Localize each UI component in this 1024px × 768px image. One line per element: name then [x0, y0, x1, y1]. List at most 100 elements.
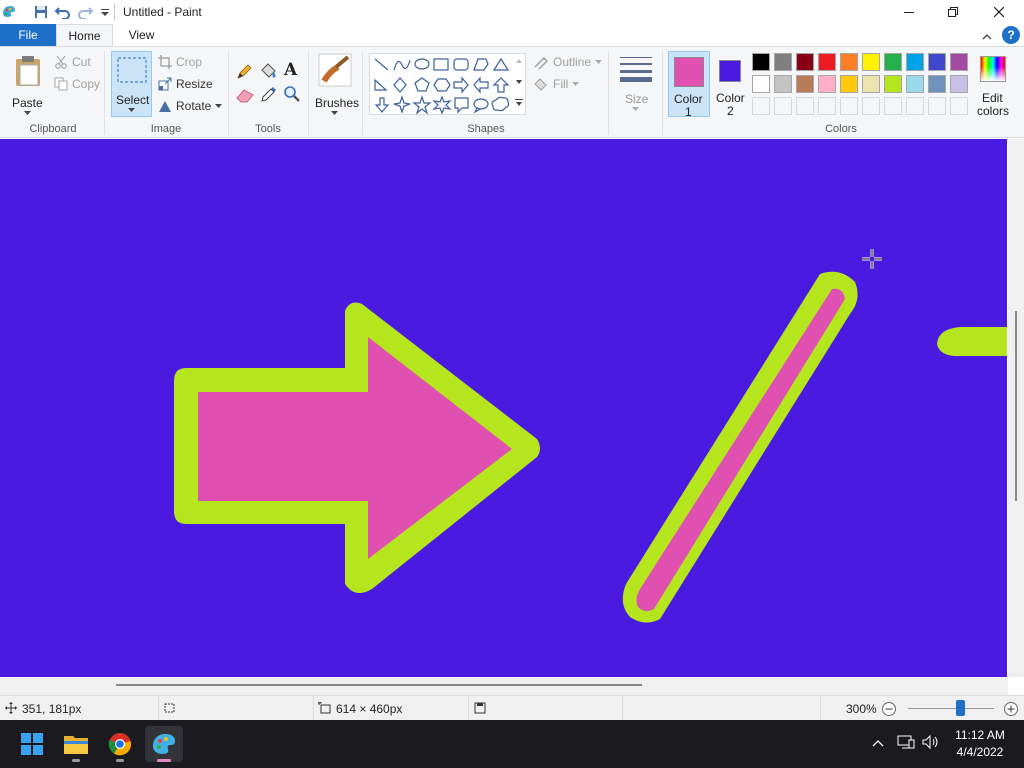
show-hidden-icons-icon[interactable] — [871, 737, 885, 751]
custom-color-slot[interactable] — [928, 97, 946, 115]
clock-time[interactable]: 11:12 AM — [950, 728, 1010, 742]
undo-icon[interactable] — [54, 3, 72, 21]
custom-color-slot[interactable] — [862, 97, 880, 115]
vertical-scroll-thumb[interactable] — [1015, 311, 1017, 501]
save-icon[interactable] — [32, 3, 50, 21]
horizontal-scrollbar[interactable] — [0, 677, 1008, 695]
restore-button[interactable] — [930, 0, 976, 24]
collapse-ribbon-icon[interactable] — [982, 30, 992, 44]
zoom-out-button[interactable] — [881, 701, 897, 720]
outline-button[interactable]: Outline — [533, 55, 603, 69]
volume-icon[interactable] — [922, 734, 940, 753]
palette-swatch[interactable] — [884, 53, 902, 71]
crop-label: Crop — [176, 55, 203, 69]
palette-swatch[interactable] — [774, 75, 792, 93]
zoom-slider[interactable] — [908, 708, 994, 709]
chrome-icon[interactable] — [101, 726, 139, 762]
canvas-size-icon — [318, 702, 331, 717]
palette-swatch[interactable] — [840, 53, 858, 71]
cut-button[interactable]: Cut — [54, 55, 91, 69]
edit-colors-button[interactable]: Edit colors — [976, 51, 1012, 118]
network-icon[interactable] — [897, 734, 915, 753]
redo-icon[interactable] — [76, 3, 94, 21]
palette-swatch[interactable] — [840, 75, 858, 93]
color1-button[interactable]: Color 1 — [668, 51, 710, 119]
custom-color-slot[interactable] — [752, 97, 770, 115]
custom-color-slot[interactable] — [906, 97, 924, 115]
start-icon[interactable] — [13, 726, 51, 762]
custom-color-slot[interactable] — [884, 97, 902, 115]
paint-icon[interactable] — [145, 726, 183, 762]
outline-label: Outline — [553, 55, 592, 69]
palette-swatch[interactable] — [862, 75, 880, 93]
palette-swatch[interactable] — [928, 75, 946, 93]
resize-button[interactable]: Resize — [158, 77, 213, 91]
title-bar: Untitled - Paint — [0, 0, 1024, 24]
palette-swatch[interactable] — [950, 75, 968, 93]
divider — [820, 696, 821, 721]
horizontal-scroll-thumb[interactable] — [116, 684, 642, 686]
paste-button[interactable]: Paste — [8, 53, 48, 119]
rotate-button[interactable]: Rotate — [158, 99, 223, 113]
brushes-button[interactable]: Brushes — [312, 51, 359, 117]
custom-color-slot[interactable] — [840, 97, 858, 115]
tab-file[interactable]: File — [0, 24, 56, 46]
scissors-icon — [55, 55, 67, 69]
palette-swatch[interactable] — [928, 53, 946, 71]
paint-app-icon[interactable] — [0, 3, 18, 21]
close-button[interactable] — [976, 0, 1022, 24]
copy-button[interactable]: Copy — [54, 77, 100, 91]
divider — [158, 696, 159, 721]
file-explorer-icon[interactable] — [57, 726, 95, 762]
divider — [308, 51, 309, 135]
tab-view[interactable]: View — [113, 24, 170, 46]
shapes-group-label: Shapes — [467, 123, 505, 135]
custom-color-slot[interactable] — [774, 97, 792, 115]
palette-swatch[interactable] — [774, 53, 792, 71]
copy-icon — [54, 77, 68, 91]
shapes-gallery[interactable] — [369, 53, 526, 115]
palette-swatch[interactable] — [906, 75, 924, 93]
clock-date[interactable]: 4/4/2022 — [950, 745, 1010, 759]
eraser-icon[interactable] — [235, 87, 255, 106]
palette-swatch[interactable] — [752, 75, 770, 93]
help-icon[interactable]: ? — [1002, 26, 1020, 44]
custom-color-slot[interactable] — [796, 97, 814, 115]
shapes-gallery-scroll[interactable] — [513, 55, 525, 113]
divider — [313, 696, 314, 721]
fill-icon[interactable] — [258, 62, 278, 83]
palette-swatch[interactable] — [884, 75, 902, 93]
color2-button[interactable]: Color 2 — [714, 51, 748, 118]
palette-swatch[interactable] — [752, 53, 770, 71]
edit-colors-label-2: colors — [977, 104, 1010, 118]
palette-swatch[interactable] — [796, 75, 814, 93]
text-icon[interactable]: A — [284, 60, 297, 80]
pencil-icon[interactable] — [235, 63, 253, 84]
divider — [622, 696, 623, 721]
magnifier-icon[interactable] — [283, 85, 301, 106]
palette-swatch[interactable] — [818, 53, 836, 71]
brush-icon — [318, 53, 352, 87]
crop-button[interactable]: Crop — [158, 55, 202, 69]
vertical-scrollbar[interactable] — [1008, 139, 1024, 677]
drawing-canvas[interactable] — [0, 139, 1007, 677]
color-picker-icon[interactable] — [260, 85, 278, 106]
customize-quick-access-icon[interactable] — [96, 3, 114, 21]
select-button[interactable]: Select — [111, 51, 152, 117]
minimize-button[interactable] — [886, 0, 932, 24]
custom-color-slot[interactable] — [950, 97, 968, 115]
size-button[interactable]: Size — [614, 51, 658, 117]
palette-swatch[interactable] — [796, 53, 814, 71]
divider — [362, 51, 363, 135]
palette-swatch[interactable] — [950, 53, 968, 71]
colors-group-label: Colors — [825, 123, 857, 135]
palette-swatch[interactable] — [862, 53, 880, 71]
palette-swatch[interactable] — [818, 75, 836, 93]
zoom-slider-thumb[interactable] — [956, 700, 965, 716]
workspace — [0, 139, 1024, 695]
palette-swatch[interactable] — [906, 53, 924, 71]
zoom-in-button[interactable] — [1003, 701, 1019, 720]
fill-button[interactable]: Fill — [533, 77, 580, 91]
custom-color-slot[interactable] — [818, 97, 836, 115]
tab-home[interactable]: Home — [56, 24, 113, 46]
